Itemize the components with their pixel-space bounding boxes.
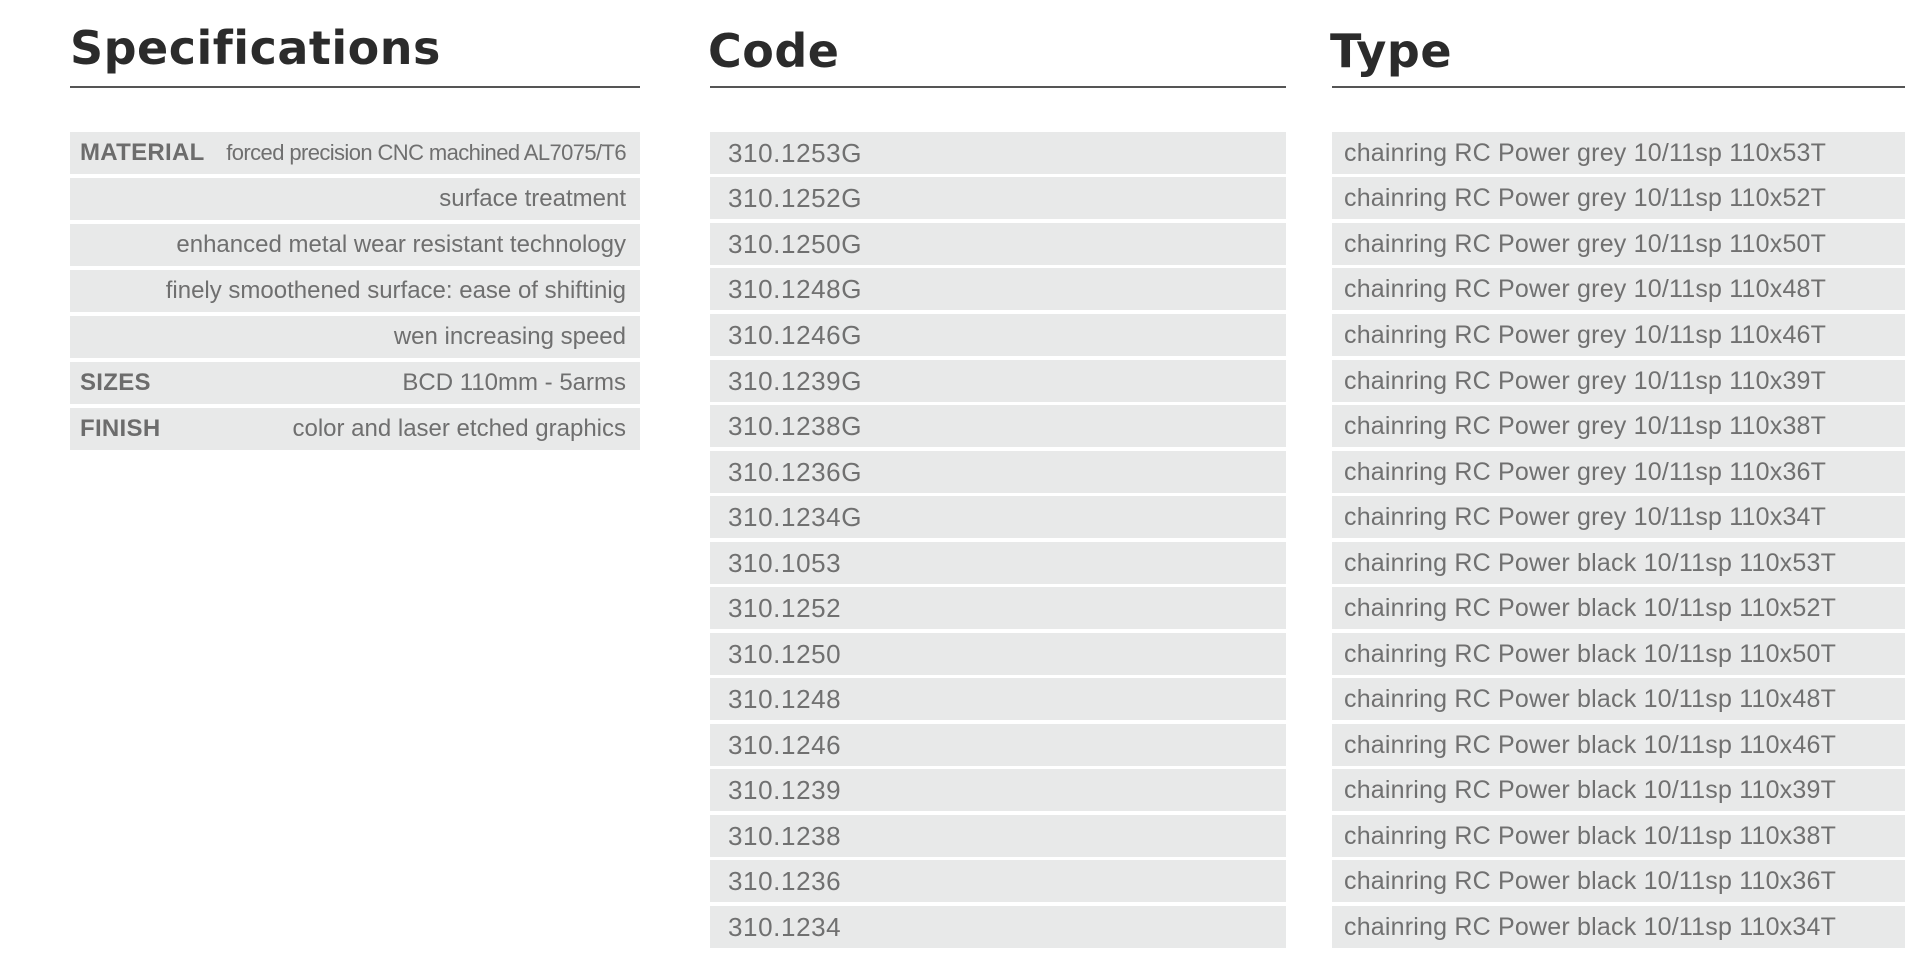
code-value: 310.1239G bbox=[728, 365, 863, 396]
type-value: chainring RC Power grey 10/11sp 110x38T bbox=[1344, 411, 1827, 440]
type-row: chainring RC Power grey 10/11sp 110x53T bbox=[1332, 132, 1905, 174]
type-row: chainring RC Power black 10/11sp 110x48T bbox=[1332, 678, 1905, 720]
type-row: chainring RC Power black 10/11sp 110x38T bbox=[1332, 815, 1905, 857]
type-row: chainring RC Power grey 10/11sp 110x34T bbox=[1332, 496, 1905, 538]
code-value: 310.1246 bbox=[728, 729, 842, 760]
code-value: 310.1236G bbox=[728, 456, 863, 487]
code-value: 310.1252 bbox=[728, 592, 842, 623]
spec-value: surface treatment bbox=[439, 185, 626, 212]
code-row: 310.1234G bbox=[710, 496, 1286, 538]
spec-row-finish: FINISH color and laser etched graphics bbox=[70, 408, 640, 450]
code-value: 310.1248G bbox=[728, 273, 863, 304]
spec-value: forced precision CNC machined AL7075/T6 bbox=[226, 140, 626, 165]
code-value: 310.1239 bbox=[728, 774, 842, 805]
specifications-heading: Specifications bbox=[70, 21, 441, 75]
code-row: 310.1248 bbox=[710, 678, 1286, 720]
type-value: chainring RC Power grey 10/11sp 110x48T bbox=[1344, 274, 1827, 303]
spec-row: finely smoothened surface: ease of shift… bbox=[70, 270, 640, 312]
code-heading: Code bbox=[708, 24, 840, 78]
type-value: chainring RC Power black 10/11sp 110x50T bbox=[1344, 639, 1837, 668]
type-row: chainring RC Power grey 10/11sp 110x38T bbox=[1332, 405, 1905, 447]
type-value: chainring RC Power grey 10/11sp 110x36T bbox=[1344, 457, 1827, 486]
spec-value: BCD 110mm - 5arms bbox=[402, 369, 626, 396]
spec-row-sizes: SIZES BCD 110mm - 5arms bbox=[70, 362, 640, 404]
type-row: chainring RC Power grey 10/11sp 110x50T bbox=[1332, 223, 1905, 265]
code-row: 310.1238G bbox=[710, 405, 1286, 447]
type-value: chainring RC Power grey 10/11sp 110x50T bbox=[1344, 229, 1827, 258]
type-value: chainring RC Power grey 10/11sp 110x34T bbox=[1344, 502, 1827, 531]
type-value: chainring RC Power black 10/11sp 110x48T bbox=[1344, 684, 1837, 713]
code-row: 310.1252 bbox=[710, 587, 1286, 629]
spec-label: MATERIAL bbox=[80, 139, 205, 166]
spec-row: enhanced metal wear resistant technology bbox=[70, 224, 640, 266]
code-value: 310.1253G bbox=[728, 137, 863, 168]
type-row: chainring RC Power black 10/11sp 110x39T bbox=[1332, 769, 1905, 811]
type-row: chainring RC Power grey 10/11sp 110x46T bbox=[1332, 314, 1905, 356]
spec-value: color and laser etched graphics bbox=[292, 415, 626, 442]
spec-row-material: MATERIAL forced precision CNC machined A… bbox=[70, 132, 640, 174]
code-value: 310.1053 bbox=[728, 547, 842, 578]
spec-label: SIZES bbox=[80, 369, 151, 396]
code-value: 310.1238 bbox=[728, 820, 842, 851]
code-value: 310.1250G bbox=[728, 228, 863, 259]
type-value: chainring RC Power black 10/11sp 110x38T bbox=[1344, 821, 1837, 850]
spec-label: FINISH bbox=[80, 415, 161, 442]
code-value: 310.1248 bbox=[728, 683, 842, 714]
type-value: chainring RC Power black 10/11sp 110x53T bbox=[1344, 548, 1837, 577]
type-value: chainring RC Power black 10/11sp 110x46T bbox=[1344, 730, 1837, 759]
code-row: 310.1253G bbox=[710, 132, 1286, 174]
type-value: chainring RC Power black 10/11sp 110x52T bbox=[1344, 593, 1837, 622]
code-row: 310.1236 bbox=[710, 860, 1286, 902]
code-row: 310.1246G bbox=[710, 314, 1286, 356]
type-value: chainring RC Power black 10/11sp 110x36T bbox=[1344, 866, 1837, 895]
type-value: chainring RC Power black 10/11sp 110x34T bbox=[1344, 912, 1837, 941]
code-row: 310.1246 bbox=[710, 724, 1286, 766]
spec-value: enhanced metal wear resistant technology bbox=[176, 231, 626, 258]
code-row: 310.1053 bbox=[710, 542, 1286, 584]
type-row: chainring RC Power black 10/11sp 110x46T bbox=[1332, 724, 1905, 766]
type-row: chainring RC Power black 10/11sp 110x53T bbox=[1332, 542, 1905, 584]
type-row: chainring RC Power grey 10/11sp 110x39T bbox=[1332, 360, 1905, 402]
code-value: 310.1252G bbox=[728, 182, 863, 213]
code-row: 310.1248G bbox=[710, 268, 1286, 310]
code-row: 310.1250 bbox=[710, 633, 1286, 675]
type-rule bbox=[1332, 86, 1905, 88]
type-value: chainring RC Power black 10/11sp 110x39T bbox=[1344, 775, 1837, 804]
spec-row: wen increasing speed bbox=[70, 316, 640, 358]
type-row: chainring RC Power grey 10/11sp 110x52T bbox=[1332, 177, 1905, 219]
code-value: 310.1250 bbox=[728, 638, 842, 669]
code-row: 310.1252G bbox=[710, 177, 1286, 219]
code-value: 310.1236 bbox=[728, 865, 842, 896]
code-rule bbox=[710, 86, 1286, 88]
code-row: 310.1234 bbox=[710, 906, 1286, 948]
type-row: chainring RC Power black 10/11sp 110x50T bbox=[1332, 633, 1905, 675]
type-row: chainring RC Power grey 10/11sp 110x48T bbox=[1332, 268, 1905, 310]
code-row: 310.1236G bbox=[710, 451, 1286, 493]
code-value: 310.1234G bbox=[728, 501, 863, 532]
type-row: chainring RC Power black 10/11sp 110x36T bbox=[1332, 860, 1905, 902]
code-value: 310.1234 bbox=[728, 911, 842, 942]
spec-value: finely smoothened surface: ease of shift… bbox=[165, 277, 626, 304]
type-value: chainring RC Power grey 10/11sp 110x52T bbox=[1344, 183, 1827, 212]
specifications-rule bbox=[70, 86, 640, 88]
code-row: 310.1238 bbox=[710, 815, 1286, 857]
code-value: 310.1238G bbox=[728, 410, 863, 441]
type-value: chainring RC Power grey 10/11sp 110x46T bbox=[1344, 320, 1827, 349]
type-value: chainring RC Power grey 10/11sp 110x53T bbox=[1344, 138, 1827, 167]
code-row: 310.1239G bbox=[710, 360, 1286, 402]
code-row: 310.1239 bbox=[710, 769, 1286, 811]
type-value: chainring RC Power grey 10/11sp 110x39T bbox=[1344, 366, 1827, 395]
type-row: chainring RC Power black 10/11sp 110x52T bbox=[1332, 587, 1905, 629]
spec-row: surface treatment bbox=[70, 178, 640, 220]
spec-value: wen increasing speed bbox=[393, 323, 626, 350]
type-heading: Type bbox=[1330, 24, 1453, 78]
type-row: chainring RC Power black 10/11sp 110x34T bbox=[1332, 906, 1905, 948]
type-row: chainring RC Power grey 10/11sp 110x36T bbox=[1332, 451, 1905, 493]
code-value: 310.1246G bbox=[728, 319, 863, 350]
code-row: 310.1250G bbox=[710, 223, 1286, 265]
